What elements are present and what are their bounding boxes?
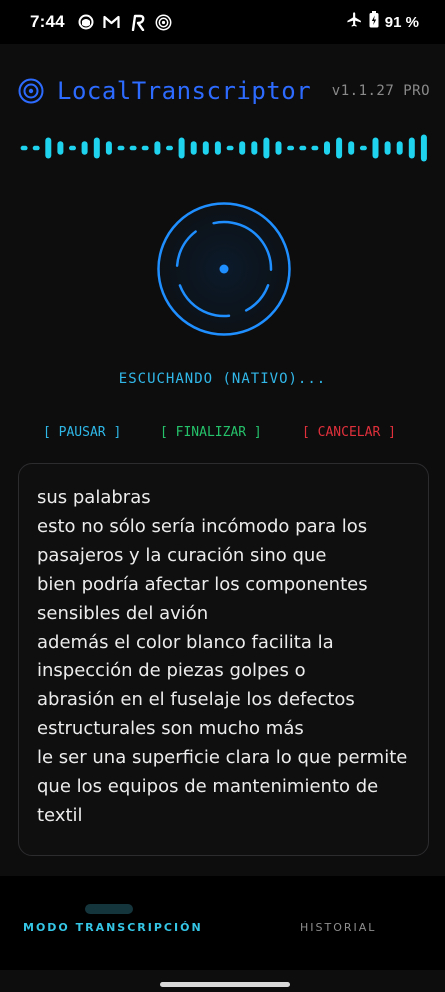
- waveform-bar: [57, 141, 64, 155]
- waveform-bar: [190, 141, 197, 155]
- waveform-bar: [117, 145, 125, 151]
- waveform-bar: [105, 141, 112, 155]
- transcript-line: estructurales son mucho más: [37, 718, 304, 740]
- audio-waveform: [20, 134, 427, 162]
- battery-percent: 91 %: [384, 13, 419, 31]
- transcript-line: que los equipos de mantenimiento de: [37, 776, 379, 798]
- listening-indicator: [157, 202, 291, 336]
- waveform-bar: [275, 141, 282, 155]
- transcript-line: sus palabras: [37, 487, 151, 508]
- waveform-bar: [311, 145, 319, 151]
- target-icon: [155, 13, 173, 31]
- waveform-bar: [226, 145, 234, 151]
- notification-icons: [77, 13, 173, 31]
- tab-history[interactable]: HISTORIAL: [300, 921, 376, 934]
- pause-button[interactable]: [ PAUSAR ]: [43, 425, 121, 440]
- waveform-bar: [141, 145, 149, 151]
- target-logo-icon: [18, 78, 44, 104]
- waveform-bar: [420, 134, 427, 162]
- status-bar: 7:44 91 %: [0, 0, 445, 44]
- transcript-line: además el color blanco facilita la: [37, 631, 334, 653]
- waveform-bar: [81, 141, 88, 155]
- transcript-line: sensibles del avión: [37, 602, 209, 624]
- transcript-line: le ser una superficie clara lo que permi…: [37, 747, 408, 769]
- waveform-bar: [384, 141, 391, 155]
- waveform-bar: [69, 145, 76, 151]
- battery-charging-icon: [369, 11, 379, 33]
- gesture-navigation-bar[interactable]: [160, 982, 290, 987]
- active-tab-indicator: [85, 904, 133, 914]
- waveform-bar: [166, 145, 173, 151]
- waveform-bar: [93, 137, 100, 159]
- cancel-button[interactable]: [ CANCELAR ]: [302, 425, 396, 440]
- waveform-bar: [396, 141, 403, 155]
- transcript-line: pasajeros y la curación sino que: [37, 544, 327, 566]
- bottom-navigation: MODO TRANSCRIPCIÓN HISTORIAL: [0, 876, 445, 970]
- waveform-bar: [45, 137, 52, 159]
- transcript-line: bien podría afectar los componentes: [37, 573, 368, 595]
- waveform-bar: [178, 137, 185, 159]
- waveform-bar: [154, 141, 161, 155]
- finish-button[interactable]: [ FINALIZAR ]: [160, 425, 262, 440]
- version-label: v1.1.27 PRO: [331, 83, 430, 99]
- transcript-box[interactable]: sus palabras esto no sólo sería incómodo…: [18, 463, 429, 856]
- waveform-bar: [359, 145, 367, 151]
- transcript-line: textil: [37, 804, 83, 826]
- recording-controls: [ PAUSAR ] [ FINALIZAR ] [ CANCELAR ]: [0, 425, 445, 445]
- waveform-bar: [20, 145, 28, 151]
- center-dot: [219, 264, 229, 274]
- waveform-bar: [202, 141, 209, 155]
- transcript-line: inspección de piezas golpes o: [37, 660, 306, 682]
- waveform-bar: [336, 137, 343, 159]
- waveform-bar: [251, 141, 258, 155]
- waveform-bar: [32, 145, 40, 151]
- waveform-bar: [239, 141, 246, 155]
- app-header: LocalTranscriptor v1.1.27 PRO: [18, 74, 430, 108]
- waveform-bar: [324, 141, 330, 155]
- waveform-bar: [372, 137, 379, 159]
- waveform-bar: [287, 145, 295, 151]
- waveform-bar: [299, 145, 307, 151]
- system-status: 91 %: [346, 11, 419, 33]
- waveform-bar: [348, 141, 355, 155]
- tab-transcription-mode[interactable]: MODO TRANSCRIPCIÓN: [23, 921, 203, 934]
- waveform-bar: [408, 137, 415, 159]
- waveform-bar: [129, 145, 137, 151]
- app-title: LocalTranscriptor: [57, 77, 312, 105]
- status-time: 7:44: [30, 12, 65, 31]
- transcript-text: sus palabras esto no sólo sería incómodo…: [37, 484, 410, 831]
- airplane-mode-icon: [346, 11, 363, 33]
- transcript-line: abrasión en el fuselaje los defectos: [37, 689, 355, 711]
- listening-status: ESCUCHANDO (NATIVO)...: [118, 371, 327, 387]
- waveform-bar: [214, 141, 221, 155]
- transcript-line: esto no sólo sería incómodo para los: [37, 515, 368, 537]
- waveform-bar: [263, 137, 270, 159]
- gmail-icon: [103, 13, 121, 31]
- app-icon: [77, 13, 95, 31]
- r-app-icon: [129, 13, 147, 31]
